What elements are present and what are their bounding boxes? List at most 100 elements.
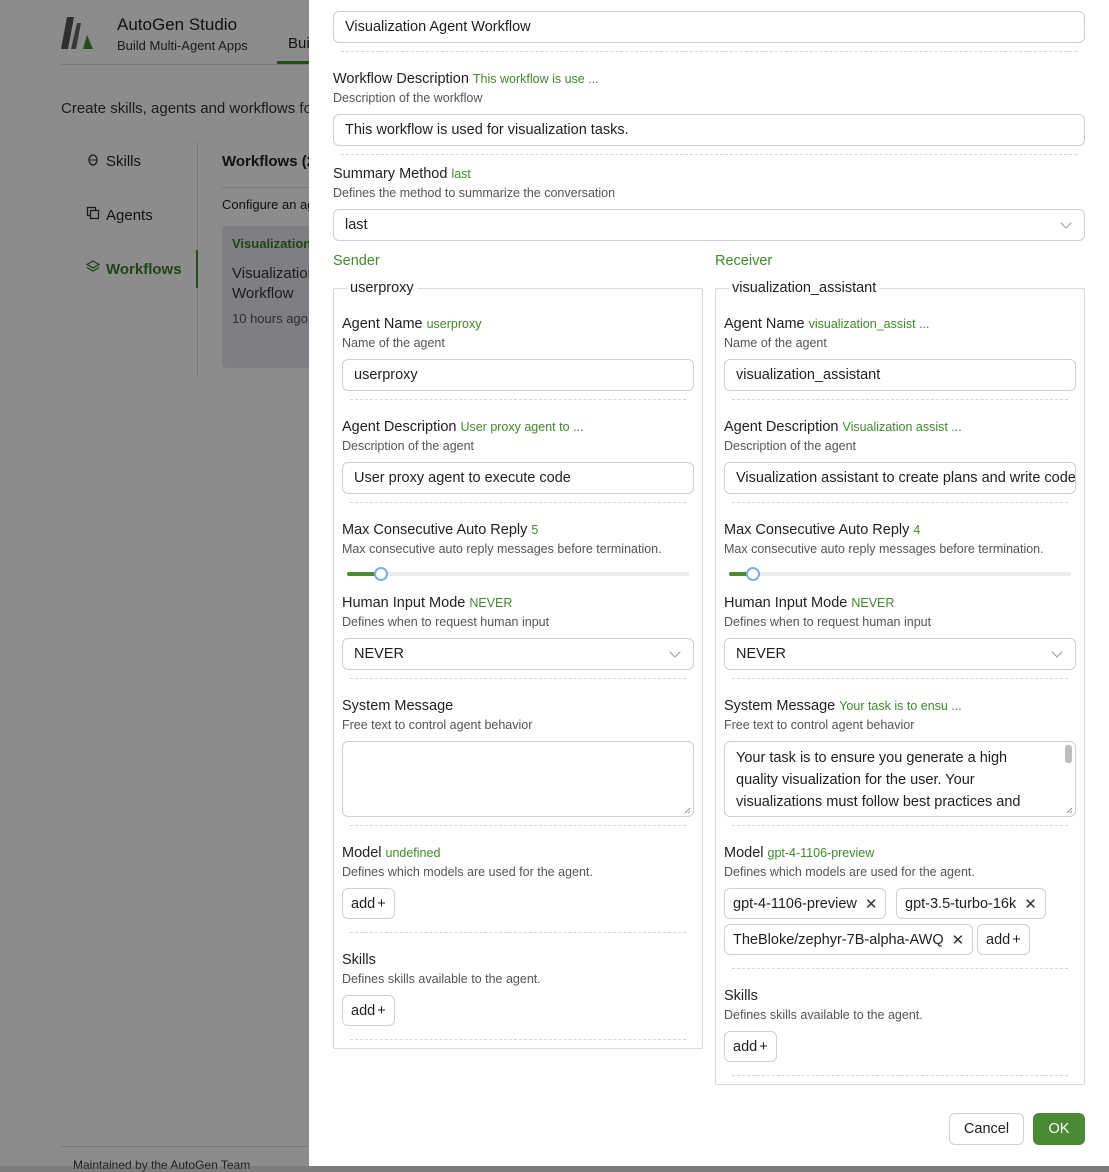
sender-max-reply-slider[interactable]: [347, 567, 689, 581]
receiver-add-model-button[interactable]: add +: [977, 924, 1030, 955]
workflow-description-label: Workflow Description This workflow is use…: [333, 71, 599, 87]
sender-human-input-value: NEVER: [354, 646, 404, 662]
receiver-model-preview: gpt-4-1106-preview: [767, 846, 875, 860]
receiver-model-label: Model gpt-4-1106-preview: [724, 845, 875, 861]
add-label: add: [351, 1002, 376, 1019]
sender-max-reply-label: Max Consecutive Auto Reply 5: [342, 522, 539, 538]
receiver-system-message-text: Your task is to ensure you generate a hi…: [736, 750, 1021, 810]
sender-model-label: Model undefined: [342, 845, 441, 861]
sender-agent-name-hint: Name of the agent: [342, 336, 445, 350]
receiver-skills-hint: Defines skills available to the agent.: [724, 1008, 923, 1022]
sender-skills-label: Skills: [342, 952, 376, 968]
sender-agent-description-label: Agent Description User proxy agent to ...: [342, 419, 584, 435]
receiver-system-message-hint: Free text to control agent behavior: [724, 718, 915, 732]
sender-agent-name-input[interactable]: userproxy: [342, 359, 694, 391]
receiver-model-hint: Defines which models are used for the ag…: [724, 865, 975, 879]
receiver-section-title: Receiver: [715, 253, 773, 269]
sender-agent-description-preview: User proxy agent to ...: [460, 420, 584, 434]
sender-human-input-preview: NEVER: [469, 596, 513, 610]
receiver-agent-description-input[interactable]: Visualization assistant to create plans …: [724, 462, 1076, 494]
summary-method-value: last: [345, 217, 368, 233]
model-tag-label: TheBloke/zephyr-7B-alpha-AWQ: [733, 931, 944, 948]
chevron-down-icon: [669, 646, 681, 658]
receiver-system-message-textarea[interactable]: Your task is to ensure you generate a hi…: [724, 741, 1076, 817]
workflow-description-hint: Description of the workflow: [333, 91, 483, 105]
summary-method-label: Summary Method last: [333, 166, 471, 182]
divider: [341, 154, 1077, 155]
sender-agent-name-preview: userproxy: [426, 317, 482, 331]
sender-system-message-textarea[interactable]: [342, 741, 694, 817]
sender-add-model-button[interactable]: add +: [342, 888, 395, 919]
sender-agent-description-hint: Description of the agent: [342, 439, 475, 453]
resize-handle-icon[interactable]: [1066, 807, 1073, 814]
divider: [350, 932, 686, 933]
model-tag: gpt-3.5-turbo-16k ✕: [896, 888, 1046, 919]
sender-model-hint: Defines which models are used for the ag…: [342, 865, 593, 879]
workflow-config-drawer: Visualization Agent Workflow Workflow De…: [309, 0, 1109, 1166]
workflow-description-preview: This workflow is use ...: [472, 72, 599, 86]
divider: [341, 51, 1077, 52]
sender-agent-name-label: Agent Name userproxy: [342, 316, 482, 332]
receiver-agent-description-preview: Visualization assist ...: [842, 420, 962, 434]
chevron-down-icon: [1060, 217, 1072, 229]
sender-human-input-select[interactable]: NEVER: [342, 638, 694, 670]
model-tag: gpt-4-1106-preview ✕: [724, 888, 887, 919]
model-tag-label: gpt-3.5-turbo-16k: [905, 895, 1017, 912]
textarea-scrollbar[interactable]: [1064, 744, 1073, 816]
receiver-add-skill-button[interactable]: add +: [724, 1031, 777, 1062]
divider: [350, 1039, 686, 1040]
ok-button[interactable]: OK: [1033, 1113, 1085, 1145]
receiver-max-reply-preview: 4: [913, 523, 921, 537]
scrollbar-thumb[interactable]: [1065, 745, 1072, 763]
divider: [350, 399, 686, 400]
sender-system-message-label: System Message: [342, 698, 454, 714]
sender-model-preview: undefined: [385, 846, 441, 860]
receiver-agent-description-hint: Description of the agent: [724, 439, 857, 453]
divider: [732, 1075, 1068, 1076]
plus-icon: +: [377, 1002, 386, 1019]
close-icon[interactable]: ✕: [865, 895, 878, 913]
slider-handle[interactable]: [374, 567, 388, 581]
sender-agent-description-input[interactable]: User proxy agent to execute code: [342, 462, 694, 494]
summary-method-select[interactable]: last: [333, 209, 1085, 241]
receiver-max-reply-label: Max Consecutive Auto Reply 4: [724, 522, 921, 538]
divider: [350, 502, 686, 503]
workflow-name-input[interactable]: Visualization Agent Workflow: [333, 11, 1085, 43]
add-label: add: [733, 1038, 758, 1055]
divider: [732, 502, 1068, 503]
divider: [732, 678, 1068, 679]
receiver-system-message-label: System Message Your task is to ensu ...: [724, 698, 962, 714]
divider: [732, 399, 1068, 400]
sender-system-message-hint: Free text to control agent behavior: [342, 718, 533, 732]
receiver-agent-name-hint: Name of the agent: [724, 336, 827, 350]
divider: [732, 968, 1068, 969]
receiver-max-reply-slider[interactable]: [729, 567, 1071, 581]
sender-human-input-hint: Defines when to request human input: [342, 615, 550, 629]
receiver-human-input-label: Human Input Mode NEVER: [724, 595, 895, 611]
receiver-human-input-select[interactable]: NEVER: [724, 638, 1076, 670]
sender-add-skill-button[interactable]: add +: [342, 995, 395, 1026]
receiver-agent-name-input[interactable]: visualization_assistant: [724, 359, 1076, 391]
summary-method-preview: last: [451, 167, 471, 181]
receiver-system-message-preview: Your task is to ensu ...: [839, 699, 962, 713]
workflow-description-input[interactable]: This workflow is used for visualization …: [333, 114, 1085, 146]
close-icon[interactable]: ✕: [1024, 895, 1037, 913]
sender-system-message-text: [343, 742, 693, 747]
receiver-agent-name-label: Agent Name visualization_assist ...: [724, 316, 930, 332]
receiver-human-input-hint: Defines when to request human input: [724, 615, 932, 629]
sender-legend: userproxy: [347, 280, 417, 296]
resize-handle-icon[interactable]: [684, 807, 691, 814]
slider-handle[interactable]: [746, 567, 760, 581]
chevron-down-icon: [1051, 646, 1063, 658]
add-label: add: [351, 895, 376, 912]
model-tag-label: gpt-4-1106-preview: [733, 895, 857, 912]
plus-icon: +: [1012, 931, 1021, 948]
model-tag: TheBloke/zephyr-7B-alpha-AWQ ✕: [724, 924, 974, 955]
sender-max-reply-preview: 5: [531, 523, 539, 537]
cancel-button[interactable]: Cancel: [949, 1113, 1024, 1145]
receiver-agent-name-preview: visualization_assist ...: [808, 317, 930, 331]
close-icon[interactable]: ✕: [952, 931, 965, 949]
divider: [350, 678, 686, 679]
receiver-skills-label: Skills: [724, 988, 758, 1004]
sender-max-reply-hint: Max consecutive auto reply messages befo…: [342, 542, 662, 556]
